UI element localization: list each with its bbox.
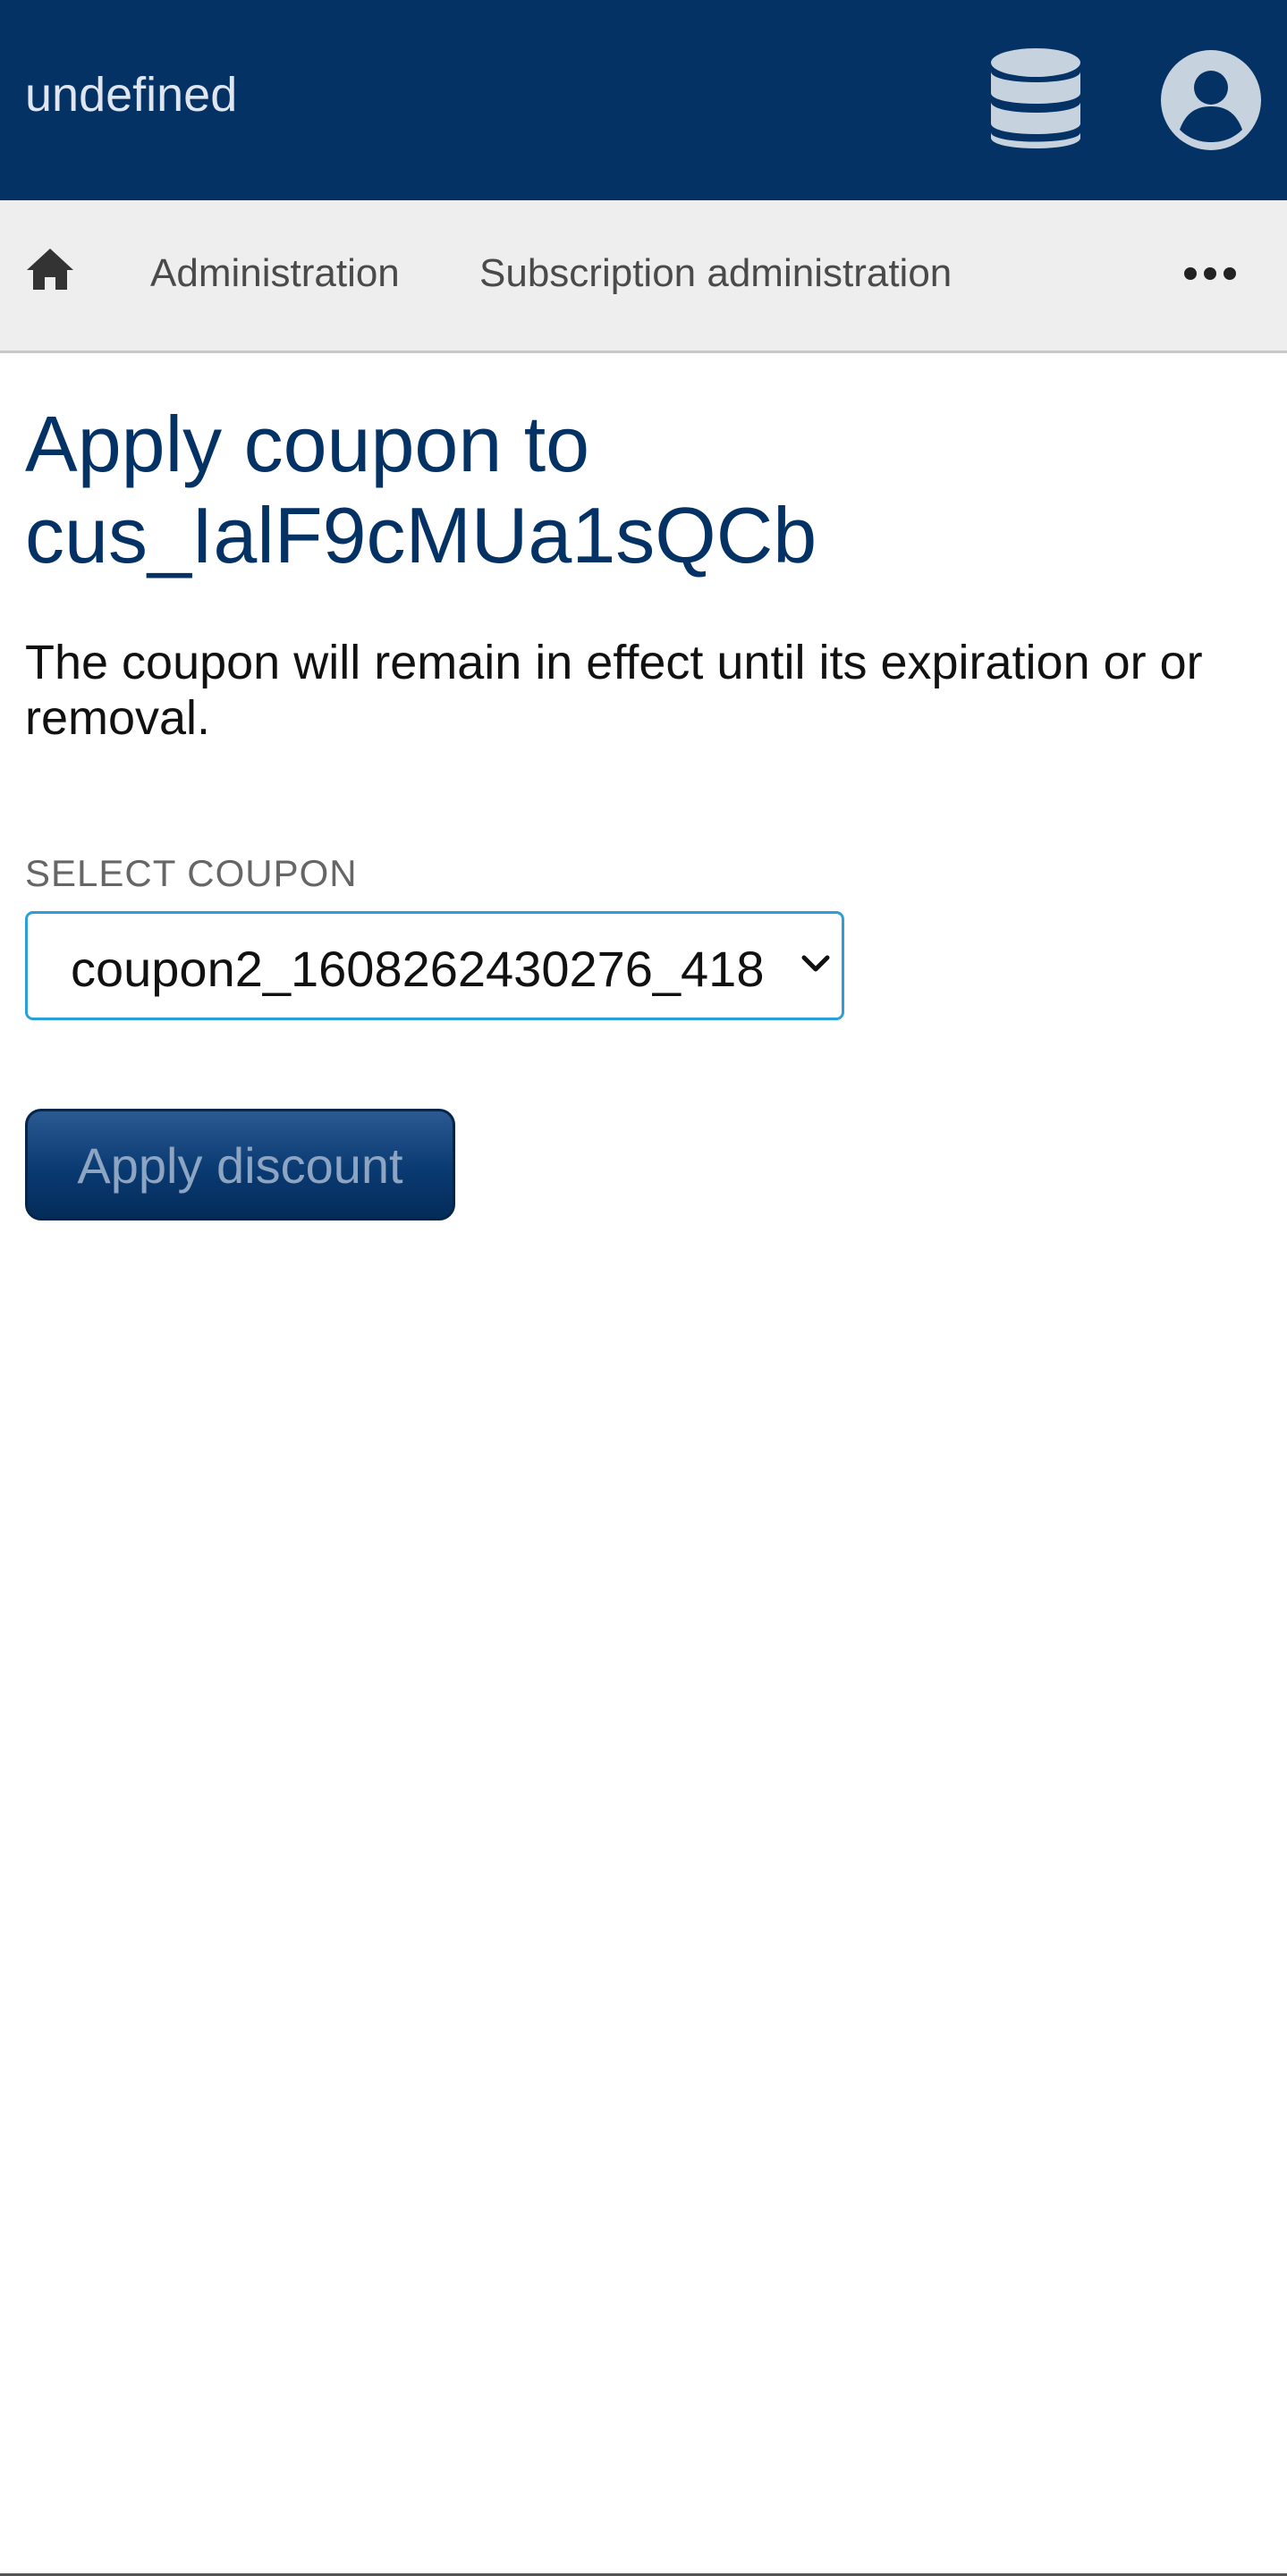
coupon-select[interactable]: coupon2_1608262430276_418: [25, 911, 844, 1020]
apply-discount-label: Apply discount: [77, 1137, 403, 1194]
page-title: Apply coupon to cus_IalF9cMUa1sQCb: [25, 400, 817, 579]
user-circle-icon[interactable]: [1160, 49, 1262, 151]
apply-discount-button[interactable]: Apply discount: [25, 1109, 455, 1220]
app-title: undefined: [25, 68, 238, 122]
page-description: The coupon will remain in effect until i…: [25, 636, 1203, 745]
nav-link-subscription-administration[interactable]: Subscription administration: [479, 250, 952, 297]
chevron-down-icon: [801, 955, 830, 972]
coupon-select-label: SELECT COUPON: [25, 852, 358, 894]
database-icon[interactable]: [988, 46, 1083, 152]
home-icon[interactable]: [25, 247, 75, 291]
nav-link-administration[interactable]: Administration: [150, 250, 400, 297]
ellipsis-icon[interactable]: [1182, 259, 1238, 288]
coupon-select-value: coupon2_1608262430276_418: [71, 941, 765, 997]
